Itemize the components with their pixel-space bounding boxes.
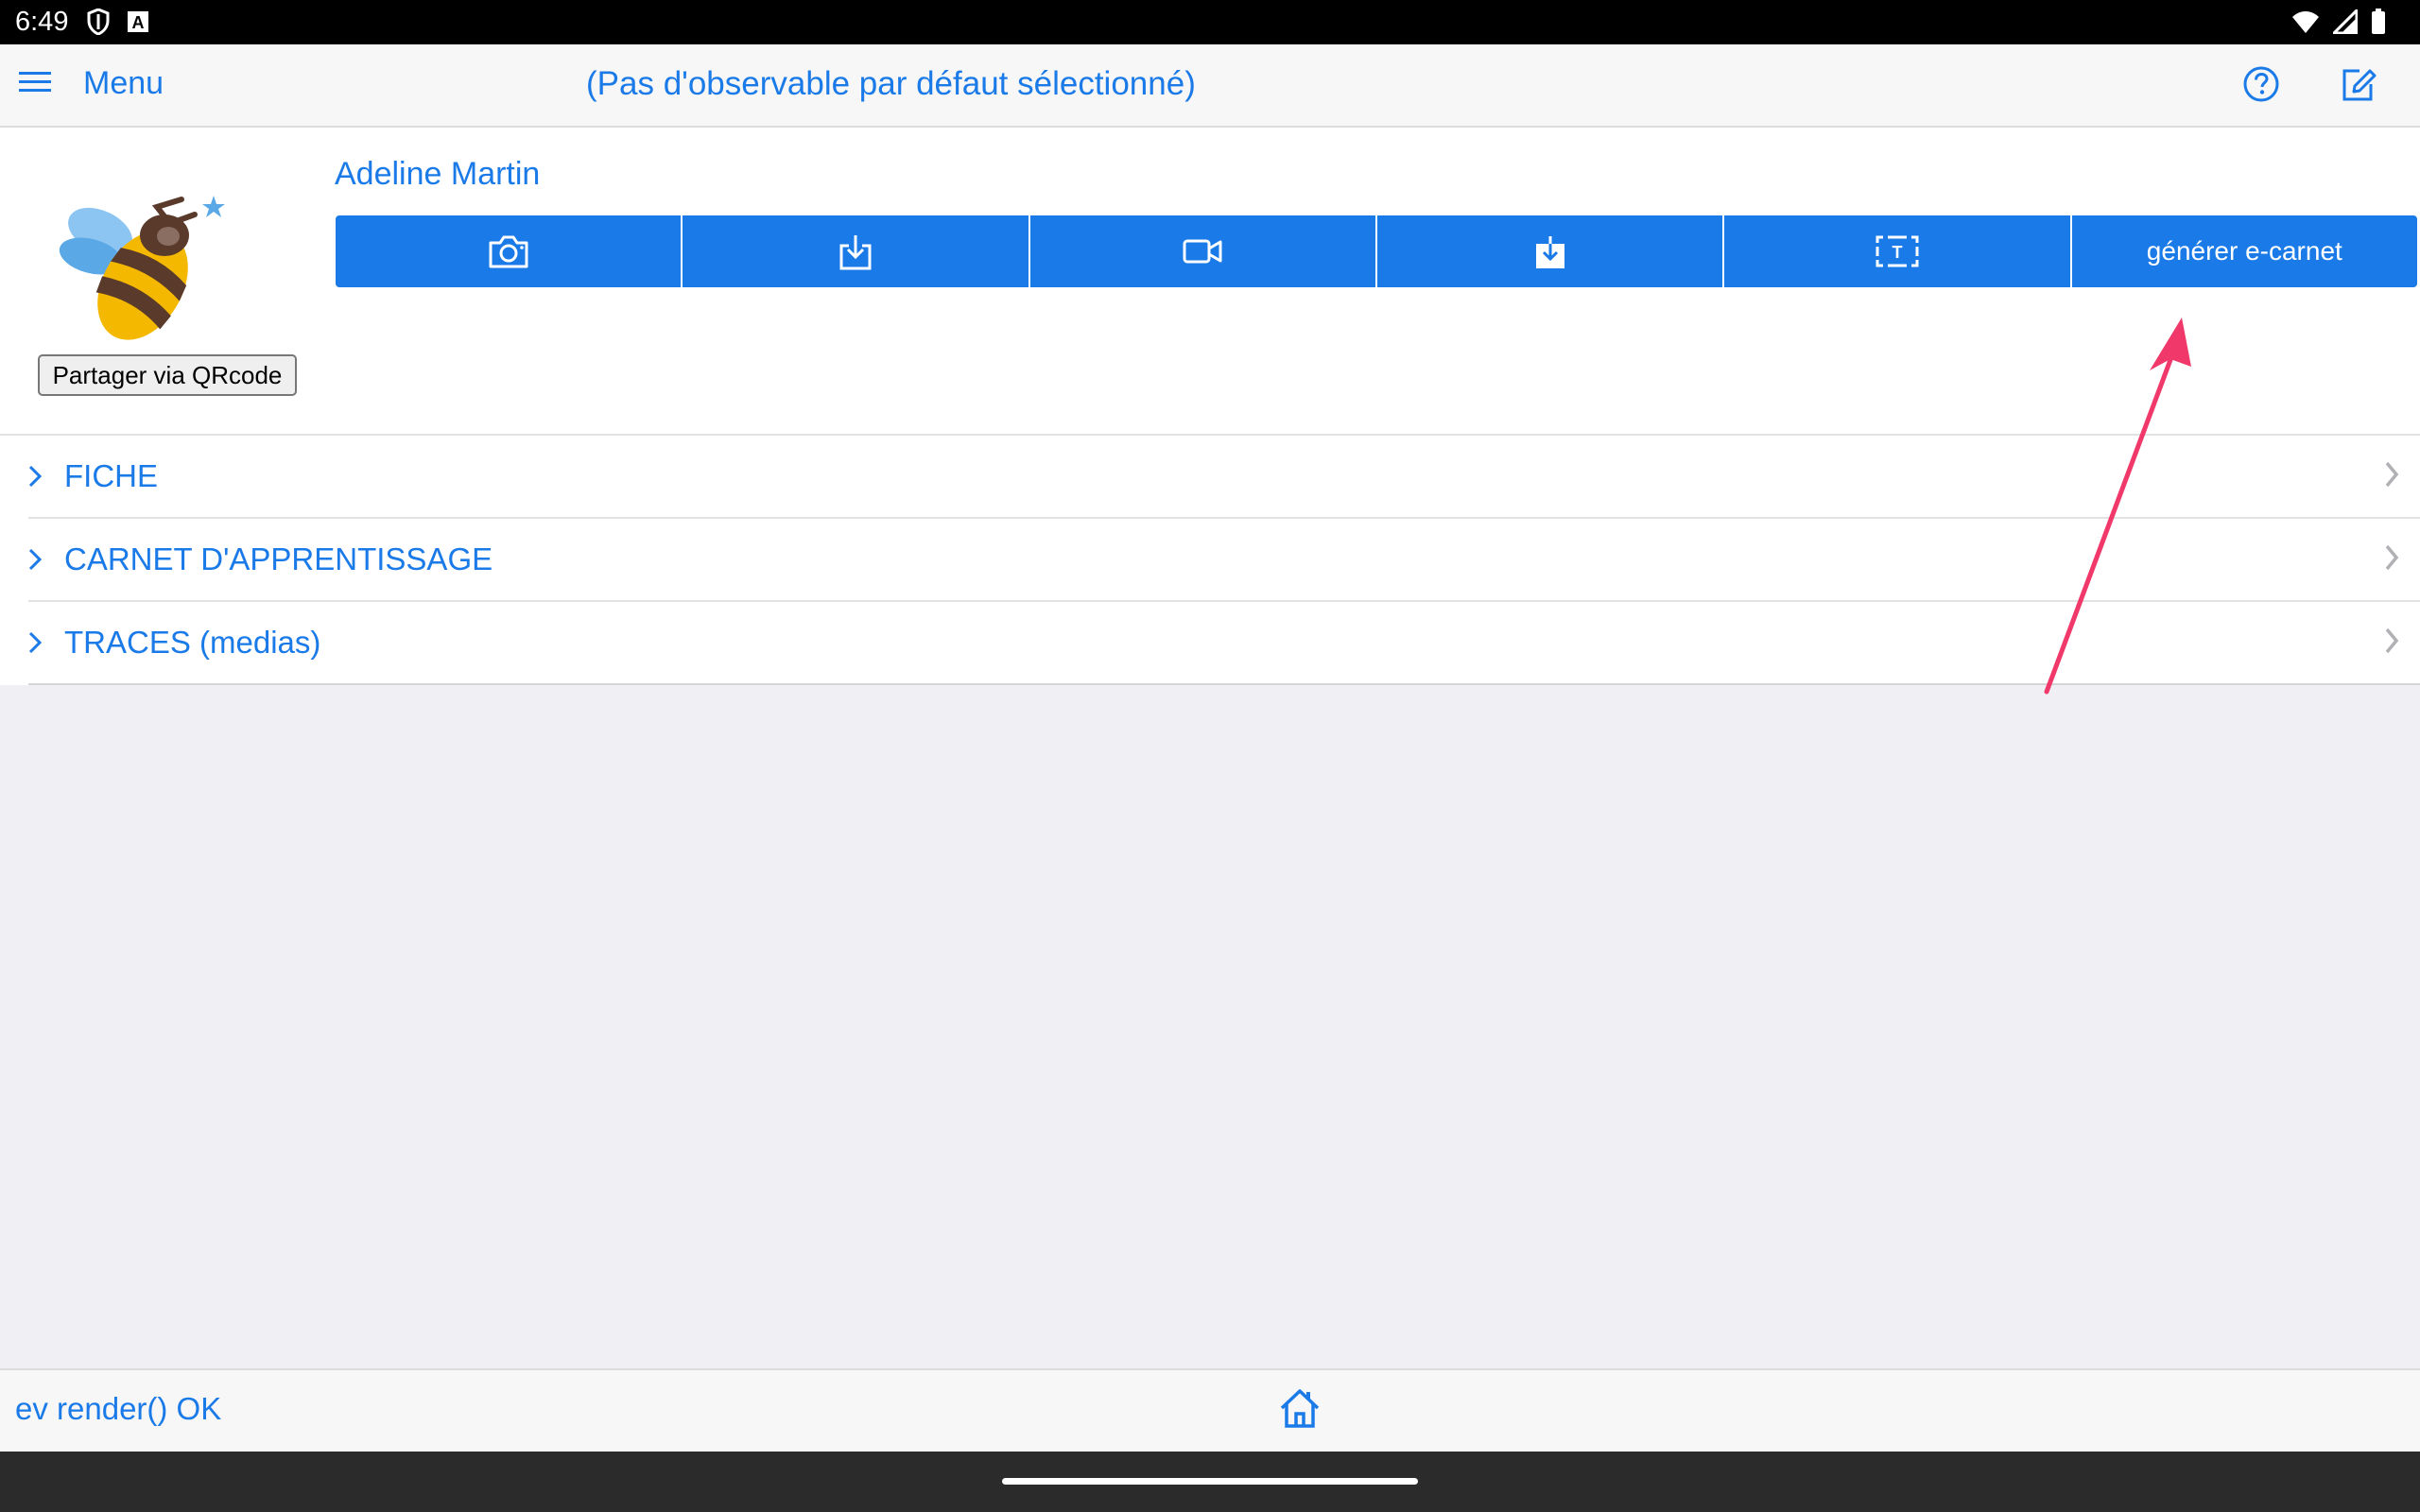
system-navigation-bar xyxy=(0,1452,2420,1512)
edit-button[interactable] xyxy=(2339,65,2378,110)
bee-avatar xyxy=(53,158,233,366)
menu-button[interactable]: Menu xyxy=(19,65,164,102)
share-qrcode-button[interactable]: Partager via QRcode xyxy=(38,354,297,396)
bottom-bar: ev render() OK xyxy=(0,1368,2420,1452)
chevron-right-icon xyxy=(2384,543,2399,576)
camera-button[interactable] xyxy=(336,215,683,287)
text-button[interactable]: T xyxy=(1724,215,2072,287)
question-circle-icon xyxy=(2243,66,2279,102)
media-toolbar: T générer e-carnet xyxy=(336,215,2417,287)
person-name[interactable]: Adeline Martin xyxy=(335,156,540,193)
help-button[interactable] xyxy=(2242,65,2280,108)
menu-label: Menu xyxy=(83,65,164,101)
svg-text:A: A xyxy=(132,13,145,32)
download-filled-icon xyxy=(1535,236,1564,268)
svg-text:T: T xyxy=(1892,243,1902,262)
chevron-right-icon xyxy=(28,465,47,488)
system-status-bar: 6:49 A xyxy=(0,0,2420,44)
top-app-bar: Menu (Pas d'observable par défaut sélect… xyxy=(0,44,2420,128)
video-camera-icon xyxy=(1183,239,1222,264)
import-button[interactable] xyxy=(683,215,1030,287)
section-label: CARNET D'APPRENTISSAGE xyxy=(64,541,493,576)
status-right-icons xyxy=(2291,7,2386,40)
battery-icon xyxy=(2371,9,2386,40)
page-title: (Pas d'observable par défaut sélectionné… xyxy=(586,65,1196,102)
download-tray-icon xyxy=(839,235,872,270)
chevron-right-icon xyxy=(28,631,47,654)
home-icon xyxy=(1280,1389,1320,1428)
text-box-icon: T xyxy=(1876,235,1919,267)
chevron-right-icon xyxy=(2384,627,2399,660)
save-download-button[interactable] xyxy=(1377,215,1725,287)
shield-icon xyxy=(87,8,110,40)
status-left-icons: A xyxy=(87,8,149,40)
chevron-right-icon xyxy=(28,548,47,571)
status-time: 6:49 xyxy=(15,7,69,37)
home-button[interactable] xyxy=(1278,1387,1322,1434)
edit-note-icon xyxy=(2342,69,2377,101)
section-label: FICHE xyxy=(64,458,158,493)
hamburger-icon xyxy=(19,65,51,102)
render-status-text: ev render() OK xyxy=(15,1391,222,1426)
app-notification-icon: A xyxy=(127,10,149,38)
camera-icon xyxy=(489,235,528,268)
generate-ecarnet-button[interactable]: générer e-carnet xyxy=(2072,215,2417,287)
video-button[interactable] xyxy=(1030,215,1377,287)
signal-icon xyxy=(2330,7,2359,39)
annotation-arrow xyxy=(2023,302,2231,704)
section-label: TRACES (medias) xyxy=(64,625,321,660)
wifi-icon xyxy=(2291,9,2320,39)
gesture-handle[interactable] xyxy=(1002,1478,1418,1485)
chevron-right-icon xyxy=(2384,460,2399,493)
